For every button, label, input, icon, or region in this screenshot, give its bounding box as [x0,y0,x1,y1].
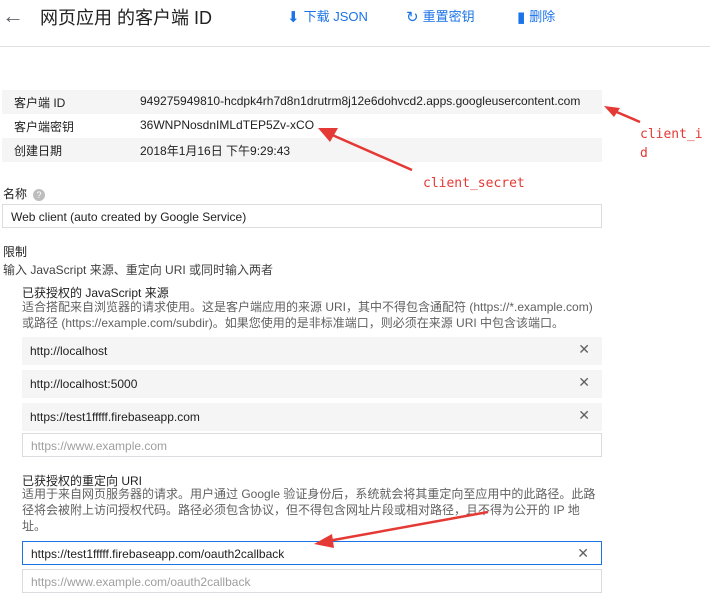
client-id-arrowhead [604,106,620,117]
client-id-annotation-line1: client_i [640,127,703,142]
client-secret-arrow [329,132,413,172]
redirect-uri-arrow [327,510,489,543]
redirect-uri-arrowhead [314,534,334,548]
client-secret-annotation: client_secret [423,176,525,191]
client-id-annotation-line2: d [640,146,648,161]
annotation-arrows [314,106,641,548]
